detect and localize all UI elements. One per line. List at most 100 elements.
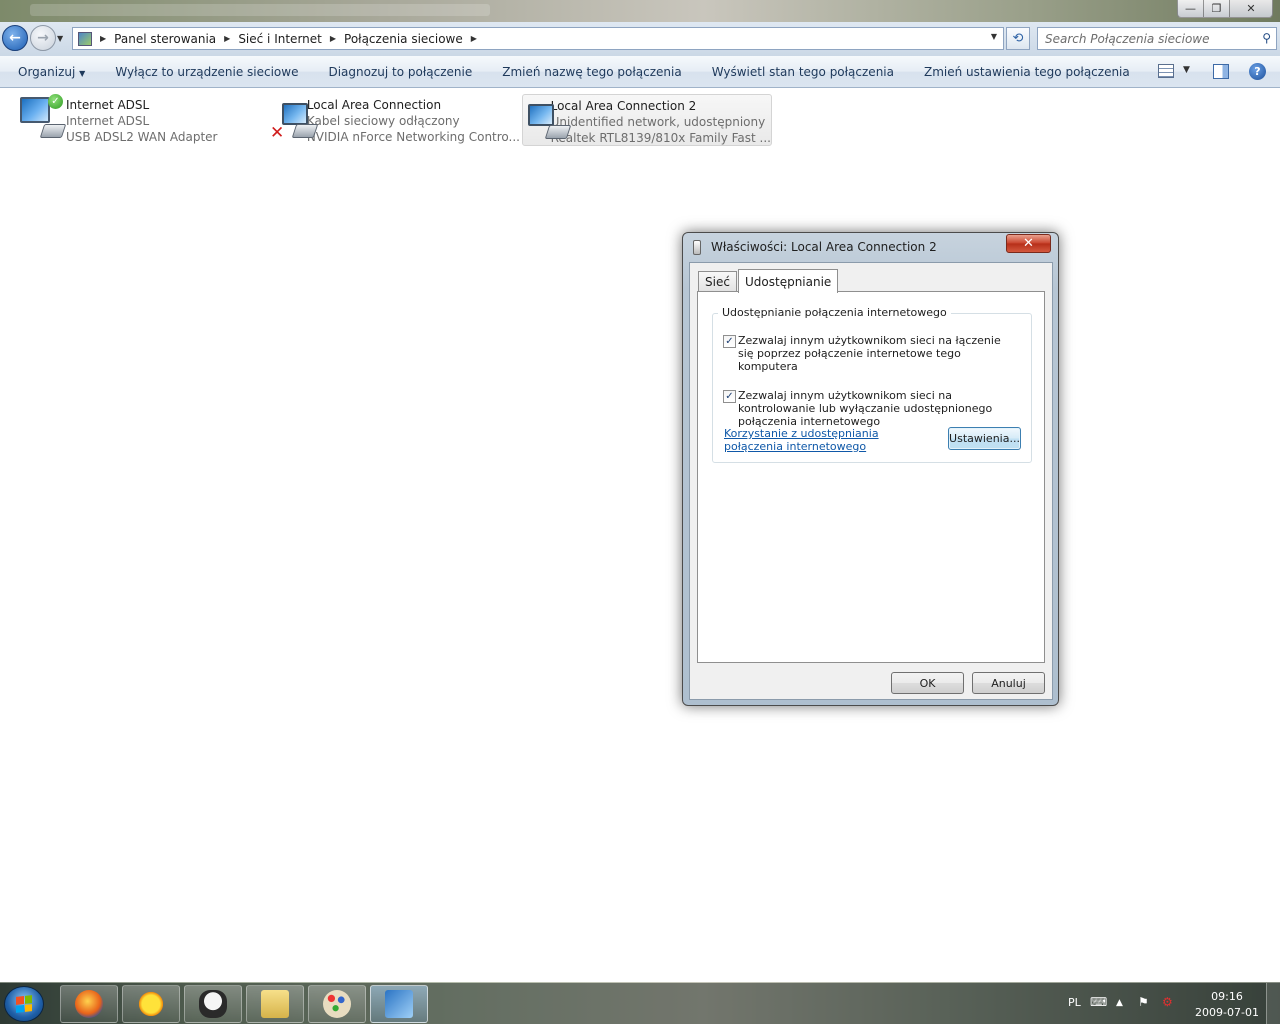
search-input[interactable] <box>1038 28 1248 49</box>
connection-name: Internet ADSL <box>66 98 150 112</box>
command-bar: Organizuj ▼ Wyłącz to urządzenie sieciow… <box>0 56 1280 88</box>
chevron-right-icon[interactable]: ▶ <box>100 34 106 43</box>
network-adapter-icon: ✕ <box>270 94 319 144</box>
settings-button[interactable]: Ustawienia... <box>948 427 1021 450</box>
search-box: ⚲ <box>1037 27 1277 50</box>
forward-button[interactable]: → <box>30 25 56 51</box>
connection-local-area-2[interactable]: Local Area Connection 2 Unidentified net… <box>522 94 772 146</box>
connection-name: Local Area Connection 2 <box>550 99 697 113</box>
allow-control-label[interactable]: Zezwalaj innym użytkownikom sieci na kon… <box>738 389 1018 428</box>
show-desktop-button[interactable] <box>1266 983 1280 1024</box>
breadcrumb-network-connections[interactable]: Połączenia sieciowe <box>344 32 463 46</box>
taskbar-paint[interactable] <box>308 985 366 1023</box>
network-adapter-icon <box>523 95 572 145</box>
navigation-bar: ← → ▼ ▶ Panel sterowania ▶ Sieć i Intern… <box>0 22 1280 56</box>
cancel-button[interactable]: Anuluj <box>972 672 1045 694</box>
address-bar[interactable]: ▶ Panel sterowania ▶ Sieć i Internet ▶ P… <box>72 27 1004 50</box>
refresh-icon: ⟲ <box>1012 31 1024 46</box>
taskbar-sun-app[interactable] <box>122 985 180 1023</box>
disconnected-x-icon: ✕ <box>270 123 285 143</box>
action-center-flag-icon[interactable]: ⚑ <box>1138 995 1149 1009</box>
dialog-body: Sieć Udostępnianie Udostępnianie połącze… <box>689 262 1053 700</box>
group-label: Udostępnianie połączenia internetowego <box>718 306 951 319</box>
diagnose-button[interactable]: Diagnozuj to połączenie <box>328 65 472 79</box>
recent-pages-dropdown[interactable]: ▼ <box>57 34 63 43</box>
minimize-button[interactable]: — <box>1177 0 1204 18</box>
allow-control-checkbox[interactable]: ✓ <box>723 390 736 403</box>
alien-icon <box>199 990 227 1018</box>
help-icon[interactable]: ? <box>1249 63 1266 80</box>
network-plug-shape <box>291 124 319 138</box>
view-status-button[interactable]: Wyświetl stan tego połączenia <box>712 65 894 79</box>
monitor-shape <box>20 97 50 123</box>
tab-sharing[interactable]: Udostępnianie <box>738 269 839 293</box>
sun-icon <box>137 990 165 1018</box>
taskbar-network-connections[interactable] <box>370 985 428 1023</box>
chevron-right-icon[interactable]: ▶ <box>330 34 336 43</box>
chevron-right-icon[interactable]: ▶ <box>224 34 230 43</box>
modem-shape <box>39 124 67 138</box>
connection-name: Local Area Connection <box>306 98 442 112</box>
language-indicator[interactable]: PL <box>1068 996 1081 1009</box>
chevron-up-icon[interactable]: ▲ <box>1116 998 1123 1008</box>
dialog-title: Właściwości: Local Area Connection 2 <box>711 240 937 254</box>
rename-button[interactable]: Zmień nazwę tego połączenia <box>502 65 681 79</box>
arrow-right-icon: → <box>37 30 49 46</box>
connection-local-area[interactable]: ✕ Local Area Connection Kabel sieciowy o… <box>270 94 520 146</box>
system-tray: PL ⌨ ▲ ⚑ ⚙ 09:16 2009-07-01 <box>1068 983 1280 1024</box>
properties-dialog: Właściwości: Local Area Connection 2 ✕ S… <box>682 232 1059 706</box>
clock-time: 09:16 <box>1211 990 1243 1003</box>
control-panel-icon <box>78 31 92 46</box>
network-plug-shape <box>544 125 572 139</box>
connection-device: USB ADSL2 WAN Adapter <box>66 130 218 144</box>
ok-button[interactable]: OK <box>891 672 964 694</box>
network-status-icon[interactable]: ⚙ <box>1162 995 1173 1009</box>
firefox-icon <box>75 990 103 1018</box>
taskbar-firefox[interactable] <box>60 985 118 1023</box>
arrow-left-icon: ← <box>9 30 21 46</box>
connection-internet-adsl[interactable]: ✓ Internet ADSL Internet ADSL USB ADSL2 … <box>16 94 246 146</box>
connections-list: ✓ Internet ADSL Internet ADSL USB ADSL2 … <box>0 89 1280 982</box>
chevron-right-icon[interactable]: ▶ <box>471 34 477 43</box>
close-button[interactable]: ✕ <box>1229 0 1273 18</box>
keyboard-icon[interactable]: ⌨ <box>1090 995 1107 1009</box>
taskbar-explorer[interactable] <box>246 985 304 1023</box>
change-settings-button[interactable]: Zmień ustawienia tego połączenia <box>924 65 1130 79</box>
breadcrumb-network-internet[interactable]: Sieć i Internet <box>238 32 322 46</box>
clock[interactable]: 09:16 2009-07-01 <box>1186 989 1268 1021</box>
window-title-blurred <box>30 4 490 16</box>
tab-network[interactable]: Sieć <box>698 271 737 291</box>
network-adapter-icon: ✓ <box>16 94 67 144</box>
search-icon[interactable]: ⚲ <box>1262 31 1271 45</box>
connection-status: Kabel sieciowy odłączony <box>306 114 460 128</box>
preview-pane-icon[interactable] <box>1213 64 1229 79</box>
chevron-down-icon: ▼ <box>79 68 86 78</box>
allow-connect-checkbox[interactable]: ✓ <box>723 335 736 348</box>
monitor-shape <box>528 104 554 126</box>
back-button[interactable]: ← <box>2 25 28 51</box>
refresh-button[interactable]: ⟲ <box>1006 27 1030 50</box>
paint-palette-icon <box>323 990 351 1018</box>
connection-status: Unidentified network, udostępniony <box>550 115 766 129</box>
dialog-close-button[interactable]: ✕ <box>1006 234 1051 253</box>
ics-group: Udostępnianie połączenia internetowego ✓… <box>712 306 1032 463</box>
ics-help-link[interactable]: Korzystanie z udostępniania połączenia i… <box>724 427 924 453</box>
maximize-button[interactable]: ❐ <box>1203 0 1230 18</box>
taskbar: PL ⌨ ▲ ⚑ ⚙ 09:16 2009-07-01 <box>0 982 1280 1024</box>
view-options-icon[interactable] <box>1158 64 1174 78</box>
breadcrumb-control-panel[interactable]: Panel sterowania <box>114 32 216 46</box>
allow-connect-label[interactable]: Zezwalaj innym użytkownikom sieci na łąc… <box>738 334 1018 373</box>
disable-device-button[interactable]: Wyłącz to urządzenie sieciowe <box>115 65 298 79</box>
sharing-tab-panel: Udostępnianie połączenia internetowego ✓… <box>697 291 1045 663</box>
clock-date: 2009-07-01 <box>1195 1006 1259 1019</box>
address-dropdown-icon[interactable]: ▼ <box>991 32 997 41</box>
connected-check-icon: ✓ <box>48 94 63 109</box>
close-icon: ✕ <box>1023 236 1034 251</box>
organize-menu[interactable]: Organizuj ▼ <box>18 65 85 79</box>
start-button[interactable] <box>4 986 44 1022</box>
view-dropdown-icon[interactable]: ▼ <box>1183 65 1190 75</box>
window-title-bar: — ❐ ✕ <box>0 0 1280 22</box>
taskbar-alien-app[interactable] <box>184 985 242 1023</box>
connection-device: NVIDIA nForce Networking Contro... <box>306 130 520 144</box>
folder-icon <box>261 990 289 1018</box>
